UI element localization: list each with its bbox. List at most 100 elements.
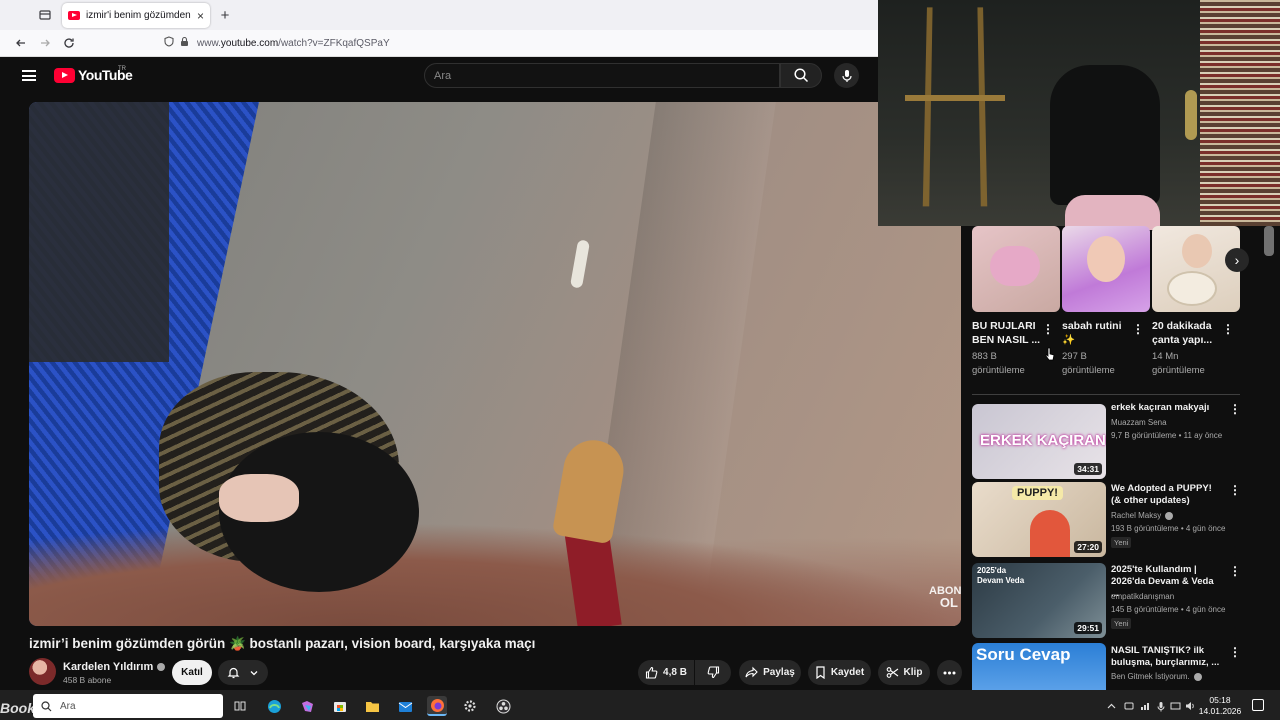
address-bar[interactable]: www. youtube.com/watch?v=ZFKqafQSPaY (160, 33, 870, 53)
shelf-video-title[interactable]: 20 dakikada çanta yapı... (1152, 319, 1224, 347)
tray-chevron-up-icon[interactable] (1104, 696, 1118, 716)
lock-icon[interactable] (180, 36, 189, 50)
video-duration: 34:31 (1074, 463, 1102, 475)
dislike-button[interactable] (695, 660, 731, 685)
shelf-thumbnail[interactable] (1152, 226, 1240, 312)
tracking-shield-icon[interactable] (164, 36, 174, 50)
clock-time: 05:18 (1209, 695, 1231, 705)
join-button[interactable]: Katıl (172, 660, 212, 685)
thumbnail-caption: 2025'da Devam Veda (977, 566, 1025, 585)
recommendation-kebab-icon[interactable]: ⋮ (1229, 564, 1241, 578)
subscribed-bell-button[interactable] (218, 660, 268, 685)
shelf-thumbnail[interactable] (1062, 226, 1150, 312)
save-button[interactable]: Kaydet (808, 660, 871, 685)
video-frame-hand (219, 474, 299, 522)
settings-gear-icon[interactable] (460, 696, 480, 716)
shelf-kebab-icon[interactable]: ⋮ (1222, 322, 1234, 336)
store-icon[interactable] (330, 696, 350, 716)
sidebar-scrollbar[interactable] (1264, 226, 1274, 256)
microphone-icon (841, 69, 852, 82)
recommendation-channel-text: Rachel Maksy (1111, 511, 1162, 520)
channel-name[interactable]: Kardelen Yıldırım (63, 661, 166, 673)
shelf-kebab-icon[interactable]: ⋮ (1132, 322, 1144, 336)
menu-hamburger-icon[interactable] (22, 70, 36, 81)
video-duration: 29:51 (1074, 622, 1102, 634)
back-arrow-icon[interactable] (11, 33, 31, 53)
firefox-icon[interactable] (427, 696, 447, 716)
mail-icon[interactable] (395, 696, 415, 716)
thumbnail-person (1030, 510, 1070, 557)
share-button[interactable]: Paylaş (739, 660, 801, 685)
task-view-icon[interactable] (230, 696, 250, 716)
search-placeholder: Ara (434, 69, 452, 82)
tray-network-icon[interactable] (1138, 696, 1152, 716)
channel-avatar[interactable] (29, 658, 56, 685)
forward-arrow-icon[interactable] (35, 33, 55, 53)
video-player[interactable]: ABONE OL (29, 102, 961, 626)
like-button[interactable]: 4,8 B (638, 660, 694, 685)
recommendation-thumbnail[interactable]: Soru Cevap (972, 643, 1106, 690)
tray-volume-icon[interactable] (1183, 696, 1197, 716)
sidebar-divider (972, 394, 1240, 395)
mouse-cursor-icon (1045, 347, 1055, 366)
shelf-next-chevron-icon[interactable]: › (1225, 248, 1249, 272)
recommendation-kebab-icon[interactable]: ⋮ (1229, 402, 1241, 416)
bell-icon (227, 667, 240, 679)
subscribe-watermark[interactable]: ABONE OL (929, 586, 961, 610)
shelf-video-title[interactable]: sabah rutini ✨ (1062, 319, 1134, 347)
shelf-views: 883 B (972, 351, 997, 362)
youtube-logo-icon[interactable] (54, 68, 75, 83)
webcam-pillow (1065, 195, 1160, 230)
tray-display-icon[interactable] (1168, 696, 1182, 716)
thumbnail-person (1182, 234, 1212, 268)
recommendation-channel[interactable]: Ben Gitmek İstiyorum. (1111, 672, 1202, 681)
clip-button[interactable]: Klip (878, 660, 930, 685)
url-path: /watch?v=ZFKqafQSPaY (278, 37, 390, 49)
browser-tab-active[interactable]: izmir'i benim gözümden görün × (62, 3, 210, 28)
recommendation-channel[interactable]: Rachel Maksy (1111, 511, 1174, 520)
file-explorer-icon[interactable] (362, 696, 382, 716)
recommendation-kebab-icon[interactable]: ⋮ (1229, 483, 1241, 497)
tab-list-icon[interactable] (35, 5, 55, 25)
recommendation-channel[interactable]: empatikdanışman (1111, 592, 1174, 601)
recommendation-meta: 145 B görüntüleme • 4 gün önce (1111, 605, 1226, 614)
new-tab-button[interactable]: + (215, 5, 235, 25)
taskbar-search-input[interactable]: Ara (33, 694, 223, 718)
recommendation-thumbnail[interactable]: ERKEK KAÇIRAN 34:31 (972, 404, 1106, 479)
copilot-icon[interactable] (297, 696, 317, 716)
shelf-video-meta: 883 B görüntüleme (972, 350, 1044, 378)
recommendation-title[interactable]: erkek kaçıran makyajı (1111, 402, 1221, 414)
share-label: Paylaş (763, 667, 795, 678)
video-frame-shadow (29, 102, 169, 362)
search-icon (793, 68, 808, 83)
watermark-line2: OL (939, 595, 958, 610)
more-actions-button[interactable] (937, 660, 962, 685)
voice-search-button[interactable] (834, 63, 859, 88)
search-input[interactable]: Ara (424, 63, 780, 88)
recommendation-title[interactable]: NASIL TANIŞTIK? ilk buluşma, burçlarımız… (1111, 645, 1221, 669)
thumbnail-bag (1167, 271, 1217, 306)
recommendation-channel[interactable]: Muazzam Sena (1111, 418, 1167, 427)
recommendation-kebab-icon[interactable]: ⋮ (1229, 645, 1241, 659)
shelf-views-suffix: görüntüleme (1062, 365, 1115, 376)
tray-app-icon[interactable] (1122, 696, 1136, 716)
shelf-video-title[interactable]: BU RUJLARI BEN NASIL ... (972, 319, 1044, 347)
taskbar-clock[interactable]: 05:18 14.01.2026 (1198, 695, 1242, 717)
like-count: 4,8 B (663, 667, 687, 678)
shelf-kebab-icon[interactable]: ⋮ (1042, 322, 1054, 336)
tab-close-icon[interactable]: × (197, 9, 204, 23)
recommendation-title[interactable]: We Adopted a PUPPY! (& other updates) (1111, 483, 1221, 507)
search-button[interactable] (780, 63, 822, 88)
recommendation-thumbnail[interactable]: PUPPY! 27:20 (972, 482, 1106, 557)
edge-browser-icon[interactable] (264, 696, 284, 716)
tray-microphone-icon[interactable] (1154, 696, 1168, 716)
scissors-icon (886, 667, 898, 678)
webcam-bookshelf (1200, 0, 1280, 226)
shelf-views: 14 Mn (1152, 351, 1179, 362)
obs-studio-icon[interactable] (493, 696, 513, 716)
reload-icon[interactable] (59, 33, 79, 53)
notification-center-icon[interactable] (1252, 699, 1264, 711)
recommendation-thumbnail[interactable]: 2025'da Devam Veda 29:51 (972, 563, 1106, 638)
shelf-video-meta: 297 B görüntüleme (1062, 350, 1134, 378)
shelf-thumbnail[interactable] (972, 226, 1060, 312)
